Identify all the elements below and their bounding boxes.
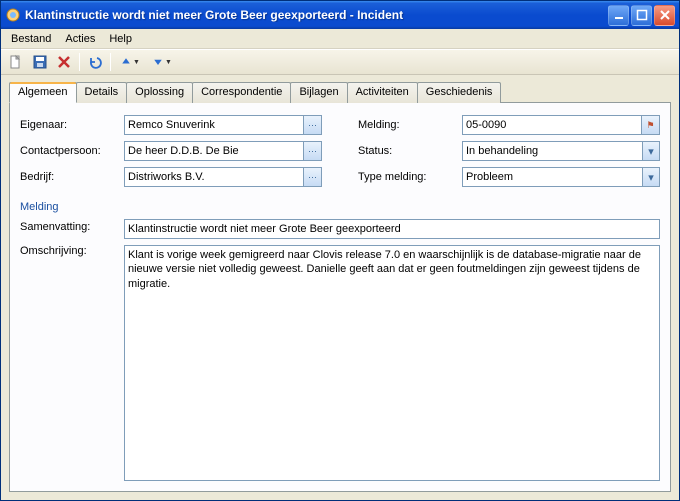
content: Algemeen Details Oplossing Correspondent… xyxy=(1,75,679,500)
maximize-button[interactable] xyxy=(631,5,652,26)
type-dropdown-button[interactable]: ▾ xyxy=(643,167,660,187)
toolbar-separator xyxy=(79,53,80,71)
report-label: Melding: xyxy=(358,119,458,131)
menubar: Bestand Acties Help xyxy=(1,29,679,49)
report-picker-button[interactable]: ⚑ xyxy=(642,115,660,135)
tab-attachments[interactable]: Bijlagen xyxy=(290,82,347,103)
type-label: Type melding: xyxy=(358,171,458,183)
company-label: Bedrijf: xyxy=(20,171,120,183)
contact-field[interactable] xyxy=(124,141,304,161)
summary-field[interactable] xyxy=(124,219,660,239)
owner-picker-button[interactable]: ⋯ xyxy=(304,115,322,135)
section-title: Melding xyxy=(20,201,660,213)
chevron-down-icon: ▾ xyxy=(648,145,654,158)
down-button[interactable]: ▼ xyxy=(147,51,177,73)
owner-label: Eigenaar: xyxy=(20,119,120,131)
new-button[interactable] xyxy=(5,51,27,73)
type-combo[interactable] xyxy=(462,167,643,187)
tab-history[interactable]: Geschiedenis xyxy=(417,82,502,103)
delete-button[interactable] xyxy=(53,51,75,73)
dropdown-arrow-icon: ▼ xyxy=(165,59,172,66)
status-dropdown-button[interactable]: ▾ xyxy=(643,141,660,161)
lookup-icon: ⋯ xyxy=(308,120,317,131)
tab-general[interactable]: Algemeen xyxy=(9,82,77,103)
undo-button[interactable] xyxy=(84,51,106,73)
contact-label: Contactpersoon: xyxy=(20,145,120,157)
titlebar: Klantinstructie wordt niet meer Grote Be… xyxy=(1,1,679,29)
menu-help[interactable]: Help xyxy=(103,32,138,46)
tab-details[interactable]: Details xyxy=(76,82,128,103)
tab-solution[interactable]: Oplossing xyxy=(126,82,193,103)
company-field[interactable] xyxy=(124,167,304,187)
lookup-icon: ⋯ xyxy=(308,146,317,157)
save-button[interactable] xyxy=(29,51,51,73)
tabpanel-general: Eigenaar: ⋯ Melding: ⚑ Contactpersoon: ⋯ xyxy=(9,102,671,492)
form-grid: Eigenaar: ⋯ Melding: ⚑ Contactpersoon: ⋯ xyxy=(20,115,660,187)
chevron-down-icon: ▾ xyxy=(648,171,654,184)
up-button[interactable]: ▼ xyxy=(115,51,145,73)
dropdown-arrow-icon: ▼ xyxy=(133,59,140,66)
tabstrip: Algemeen Details Oplossing Correspondent… xyxy=(9,81,671,102)
summary-label: Samenvatting: xyxy=(20,219,120,239)
toolbar-separator xyxy=(110,53,111,71)
window-title: Klantinstructie wordt niet meer Grote Be… xyxy=(25,8,608,22)
company-picker-button[interactable]: ⋯ xyxy=(304,167,322,187)
owner-field[interactable] xyxy=(124,115,304,135)
description-row: Omschrijving: xyxy=(20,245,660,481)
app-icon xyxy=(5,7,21,23)
close-button[interactable] xyxy=(654,5,675,26)
status-combo[interactable] xyxy=(462,141,643,161)
menu-file[interactable]: Bestand xyxy=(5,32,57,46)
toolbar: ▼ ▼ xyxy=(1,49,679,75)
window-buttons xyxy=(608,5,675,26)
minimize-button[interactable] xyxy=(608,5,629,26)
contact-picker-button[interactable]: ⋯ xyxy=(304,141,322,161)
description-field[interactable] xyxy=(124,245,660,481)
summary-row: Samenvatting: xyxy=(20,219,660,239)
status-label: Status: xyxy=(358,145,458,157)
menu-actions[interactable]: Acties xyxy=(59,32,101,46)
lookup-icon: ⋯ xyxy=(308,172,317,183)
flag-icon: ⚑ xyxy=(646,120,654,131)
window: Klantinstructie wordt niet meer Grote Be… xyxy=(0,0,680,501)
tab-correspondence[interactable]: Correspondentie xyxy=(192,82,291,103)
tab-activities[interactable]: Activiteiten xyxy=(347,82,418,103)
description-label: Omschrijving: xyxy=(20,245,120,481)
report-field[interactable] xyxy=(462,115,642,135)
